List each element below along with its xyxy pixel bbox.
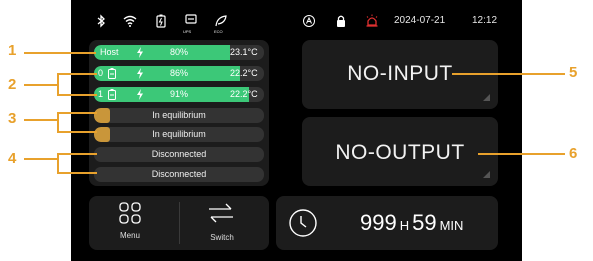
device-screen: UPS ECO 2024-07-21 12:12 Host 80% 23.1°C [71,0,522,261]
callout-number: 1 [8,42,17,59]
battery-temp: 23.1°C [230,47,258,57]
disconnected-row[interactable]: Disconnected [94,147,264,162]
timer-minutes-unit: MIN [439,218,464,233]
pack-battery-icon [108,68,116,79]
disconnected-text: Disconnected [151,149,207,159]
switch-button[interactable]: Switch [180,196,269,250]
timer-readout: 999 H 59 MIN [360,210,463,236]
battery-row-host[interactable]: Host 80% 23.1°C [94,45,264,60]
bluetooth-icon [94,14,108,28]
runtime-timer: 999 H 59 MIN [276,196,498,250]
callout-number: 5 [569,64,578,81]
clock-icon [289,209,317,237]
output-status: NO-OUTPUT [335,141,465,164]
battery-icon [154,14,168,28]
corner-marker [483,171,490,178]
callout-line [24,52,96,54]
battery-percent: 80% [170,47,189,57]
equilibrium-row[interactable]: In equilibrium [94,127,264,142]
battery-row-1[interactable]: 1 91% 22.2°C [94,87,264,102]
callout-line [57,153,59,174]
charging-bolt-icon [137,89,143,100]
status-time: 12:12 [472,15,498,26]
callout-line [452,73,565,75]
eco-label: ECO [214,29,223,34]
ups-icon [184,14,198,28]
disconnected-row[interactable]: Disconnected [94,167,264,182]
disconnected-text: Disconnected [151,169,207,179]
equilibrium-text: In equilibrium [152,110,206,120]
status-date: 2024-07-21 [394,15,446,26]
menu-label: Menu [119,231,140,240]
callout-number: 6 [569,145,578,162]
callout-line [57,94,97,96]
battery-percent: 86% [170,68,189,78]
equilibrium-indicator [94,108,110,123]
charging-bolt-icon [137,68,143,79]
callout-line [57,73,59,96]
timer-hours-unit: H [399,218,410,233]
callout-number: 4 [8,150,17,167]
battery-row-0[interactable]: 0 86% 22.2°C [94,66,264,81]
equilibrium-row[interactable]: In equilibrium [94,108,264,123]
battery-label: 0 [98,68,104,78]
control-bar: Menu Switch [89,196,269,250]
corner-marker [483,94,490,101]
equilibrium-text: In equilibrium [152,129,206,139]
auto-icon [302,14,316,28]
battery-percent: 91% [170,89,189,99]
lock-icon [334,14,348,28]
battery-label: 1 [98,89,104,99]
menu-grid-icon [119,202,141,224]
callout-line [57,112,59,133]
callout-line [57,131,97,133]
switch-arrows-icon [209,203,233,223]
callout-line [24,158,57,160]
eco-icon [214,14,228,28]
status-bar: UPS ECO 2024-07-21 12:12 [71,0,522,40]
callout-number: 3 [8,110,17,127]
callout-line [24,84,57,86]
battery-panel: Host 80% 23.1°C 0 86% 22.2°C 1 91% 22.2°… [89,40,269,186]
charging-bolt-icon [137,47,143,58]
switch-label: Switch [210,233,234,242]
battery-label: Host [100,47,119,57]
callout-line [57,112,97,114]
menu-button[interactable]: Menu [89,196,179,250]
callout-line [57,172,97,174]
battery-temp: 22.2°C [230,68,258,78]
callout-line [57,73,97,75]
ups-label: UPS [183,29,192,34]
wifi-icon [123,14,137,28]
callout-number: 2 [8,76,17,93]
output-card[interactable]: NO-OUTPUT [302,117,498,186]
pack-battery-icon [108,89,116,100]
timer-minutes: 59 [412,210,437,235]
callout-line [24,119,57,121]
callout-line [478,153,565,155]
battery-temp: 22.2°C [230,89,258,99]
equilibrium-indicator [94,127,110,142]
timer-hours: 999 [360,210,397,235]
alarm-icon [365,14,379,28]
callout-line [57,153,97,155]
